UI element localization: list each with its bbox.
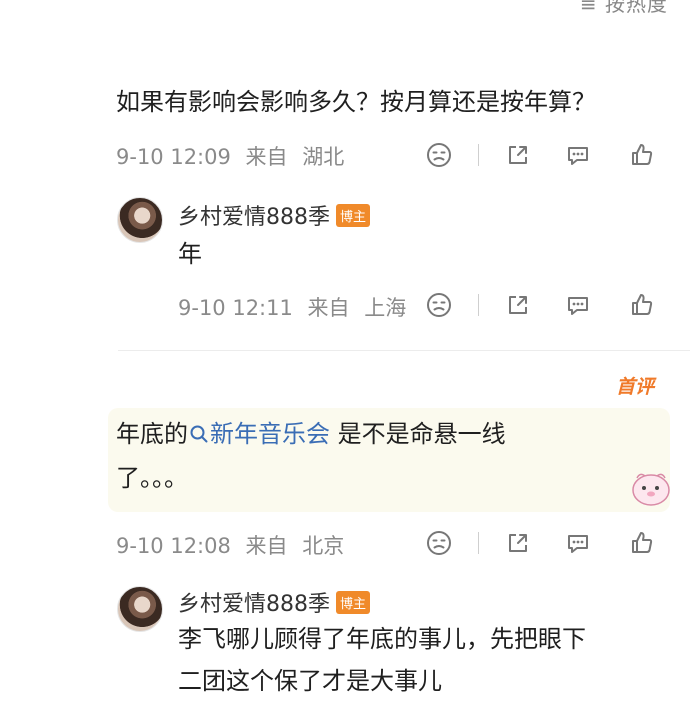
topic-text[interactable]: 新年音乐会: [210, 420, 330, 448]
comment-from: 来自: [245, 145, 288, 169]
username-link[interactable]: 乡村爱情888季: [178, 205, 330, 230]
reply-date: 9-10 12:11: [178, 296, 293, 320]
comment-text-part: 是不是命悬一线: [330, 420, 506, 448]
comment-from: 来自: [245, 534, 288, 558]
reply-username[interactable]: 乡村爱情888季 博主: [178, 586, 371, 618]
comment-icon[interactable]: [563, 290, 593, 320]
reply-text: 年: [178, 240, 202, 268]
username-link[interactable]: 乡村爱情888季: [178, 592, 330, 617]
action-divider: [478, 294, 479, 316]
reply-text-line2: 二团这个保了才是大事儿: [178, 667, 442, 695]
comment-meta: 9-10 12:09 来自 湖北: [116, 141, 352, 171]
reply-text-line1: 李飞哪儿顾得了年底的事儿，先把眼下: [178, 625, 586, 653]
like-icon[interactable]: [627, 528, 657, 558]
blogger-badge: 博主: [336, 204, 371, 227]
comment-location: 湖北: [302, 145, 345, 169]
dislike-icon[interactable]: [424, 290, 454, 320]
comment-actions: [424, 140, 657, 170]
avatar[interactable]: [117, 586, 163, 632]
reply-from: 来自: [307, 296, 350, 320]
comment-divider: [118, 350, 690, 351]
dislike-icon[interactable]: [424, 528, 454, 558]
comment-text: 年底的 新年音乐会 是不是命悬一线: [116, 416, 506, 452]
comment-icon[interactable]: [563, 140, 593, 170]
comment-location: 北京: [302, 534, 345, 558]
comment-text-line2: 了。。。: [116, 464, 188, 492]
reply-username[interactable]: 乡村爱情888季 博主: [178, 199, 371, 231]
action-divider: [478, 144, 479, 166]
comment-text-part: 年底的: [116, 420, 188, 448]
reply-location: 上海: [364, 296, 407, 320]
reply-meta: 9-10 12:11 来自 上海: [178, 292, 414, 322]
comment-date: 9-10 12:09: [116, 145, 231, 169]
search-icon: [190, 425, 208, 443]
like-icon[interactable]: [627, 140, 657, 170]
dislike-icon[interactable]: [424, 140, 454, 170]
comment-date: 9-10 12:08: [116, 534, 231, 558]
share-icon[interactable]: [503, 528, 533, 558]
comment-meta: 9-10 12:08 来自 北京: [116, 530, 352, 560]
sort-by-hot-button[interactable]: ≡ 按热度: [580, 0, 668, 17]
avatar[interactable]: [117, 197, 163, 243]
first-comment-badge: 首评: [615, 376, 654, 398]
share-icon[interactable]: [503, 290, 533, 320]
comment-icon[interactable]: [563, 528, 593, 558]
blogger-badge: 博主: [336, 591, 371, 614]
sticker-icon: [632, 473, 670, 506]
comment-actions: [424, 528, 657, 558]
reply-actions: [424, 290, 657, 320]
like-icon[interactable]: [627, 290, 657, 320]
action-divider: [478, 532, 479, 554]
share-icon[interactable]: [503, 140, 533, 170]
topic-link[interactable]: 新年音乐会: [188, 420, 330, 448]
comment-text: 如果有影响会影响多久？按月算还是按年算？: [116, 88, 596, 116]
